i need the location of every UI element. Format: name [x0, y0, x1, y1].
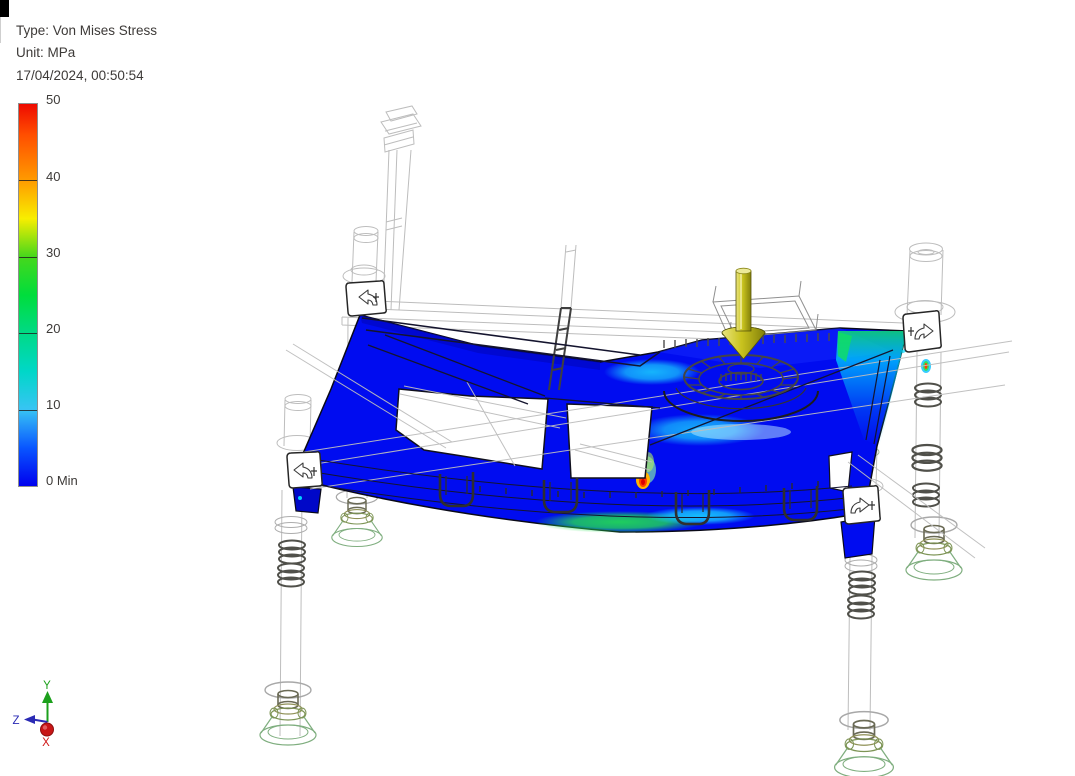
fixture-block-back-right	[902, 310, 942, 353]
model-viewport[interactable]: X Y Z	[0, 0, 1075, 776]
triad-y-label: Y	[43, 680, 51, 692]
fea-results-viewport-page: Type: Von Mises Stress Unit: MPa 17/04/2…	[0, 0, 1075, 776]
triad-x-label: X	[42, 737, 50, 749]
fixture-block-front-right	[842, 485, 881, 525]
triad-y-arrow	[42, 691, 53, 703]
fixture-block-front-left	[286, 451, 323, 489]
foot-back-left	[331, 489, 383, 548]
triad-z-label: Z	[12, 715, 19, 727]
foot-front-right	[833, 710, 895, 776]
fixture-block-back-left	[345, 280, 387, 317]
orientation-triad: X Y Z	[12, 680, 54, 749]
triad-z-arrow	[24, 715, 35, 724]
foot-front-left	[259, 681, 317, 746]
triad-x-sphere	[40, 722, 54, 737]
